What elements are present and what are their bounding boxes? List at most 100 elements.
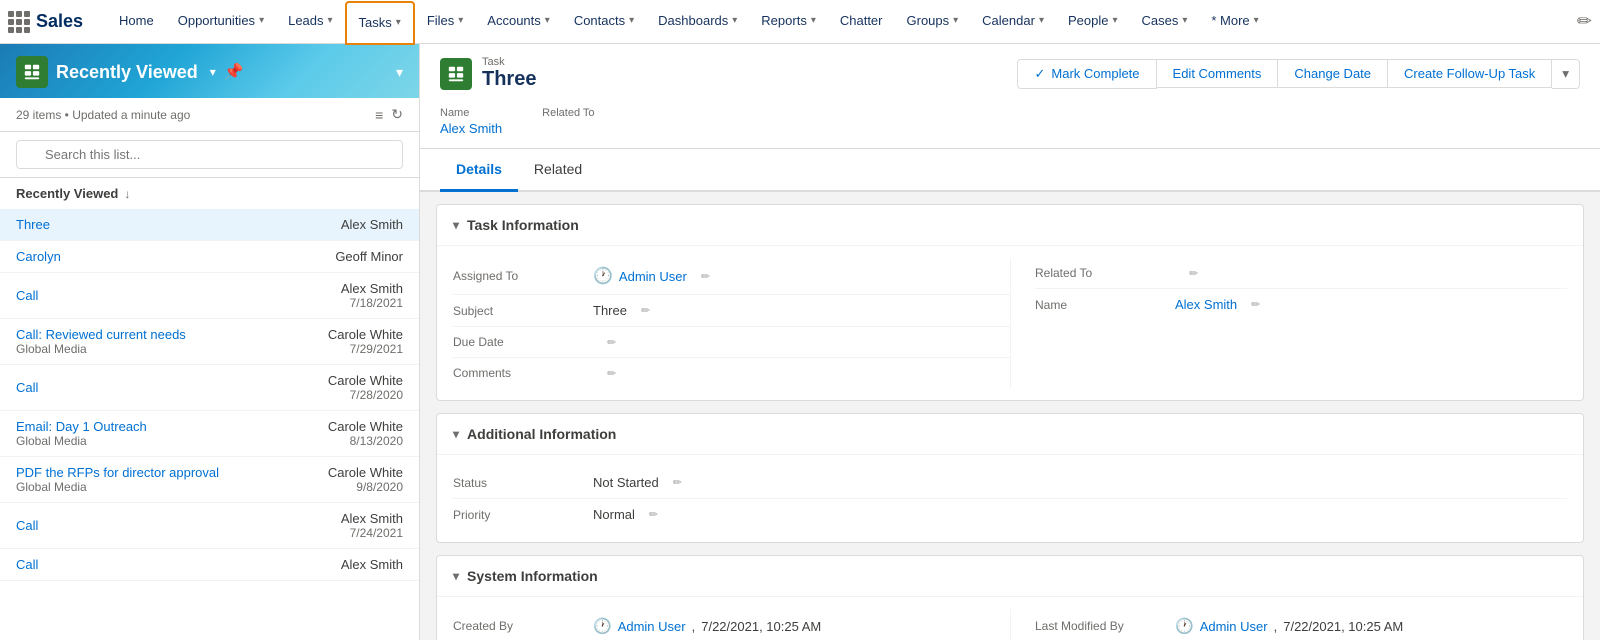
item-name: Carolyn — [16, 249, 61, 264]
sidebar-pin-icon[interactable]: 📌 — [224, 62, 244, 82]
nav-home[interactable]: Home — [107, 0, 166, 44]
nav-contacts[interactable]: Contacts ▾ — [562, 0, 646, 44]
item-name: PDF the RFPs for director approval — [16, 465, 219, 480]
system-information-body: Created By 🕐 Admin User, 7/22/2021, 10:2… — [437, 597, 1583, 640]
mark-complete-button[interactable]: ✓ Mark Complete — [1017, 59, 1156, 89]
list-item[interactable]: Call Alex Smith 7/18/2021 — [0, 273, 419, 319]
item-person: Alex Smith — [341, 557, 403, 572]
related-to-label: Related To — [542, 107, 594, 119]
task-information-section: ▾ Task Information Assigned To 🕐 Ad — [436, 204, 1584, 401]
view-toggle-icon[interactable]: ≡ — [375, 107, 383, 123]
task-info-left: Assigned To 🕐 Admin User ✏ Subject — [453, 258, 1010, 388]
edit-name-icon[interactable]: ✏ — [1251, 298, 1260, 311]
list-item[interactable]: Email: Day 1 Outreach Global Media Carol… — [0, 411, 419, 457]
edit-assigned-to-icon[interactable]: ✏ — [701, 270, 710, 283]
assigned-to-value: 🕐 Admin User ✏ — [593, 266, 1010, 286]
nav-people[interactable]: People ▾ — [1056, 0, 1130, 44]
task-header: Task Three ✓ Mark Complete Edit Comments… — [420, 44, 1600, 149]
nav-calendar[interactable]: Calendar ▾ — [970, 0, 1056, 44]
detail-body: ▾ Task Information Assigned To 🕐 Ad — [420, 192, 1600, 640]
modified-by-clock-icon: 🕐 — [1175, 617, 1194, 635]
due-date-label: Due Date — [453, 335, 593, 349]
name-field-value[interactable]: Alex Smith — [440, 121, 502, 136]
system-info-left: Created By 🕐 Admin User, 7/22/2021, 10:2… — [453, 609, 1010, 640]
additional-information-header[interactable]: ▾ Additional Information — [437, 414, 1583, 455]
task-type-icon — [440, 58, 472, 90]
item-person: Carole White — [328, 327, 403, 342]
nav-groups[interactable]: Groups ▾ — [895, 0, 971, 44]
modified-by-label: Last Modified By — [1035, 619, 1175, 633]
list-item[interactable]: Carolyn Geoff Minor — [0, 241, 419, 273]
item-sub: Global Media — [16, 480, 219, 494]
edit-priority-icon[interactable]: ✏ — [649, 508, 658, 521]
change-date-button[interactable]: Change Date — [1278, 59, 1388, 88]
item-name: Call — [16, 380, 38, 395]
item-person: Geoff Minor — [335, 249, 403, 264]
item-name: Three — [16, 217, 50, 232]
nav-leads[interactable]: Leads ▾ — [276, 0, 344, 44]
list-item[interactable]: PDF the RFPs for director approval Globa… — [0, 457, 419, 503]
actions-dropdown-button[interactable]: ▾ — [1552, 59, 1580, 89]
collapse-icon: ▾ — [453, 218, 459, 232]
tab-related[interactable]: Related — [518, 149, 598, 192]
list-item[interactable]: Call Alex Smith — [0, 549, 419, 581]
name-label: Name — [1035, 298, 1175, 312]
list-item[interactable]: Three Alex Smith — [0, 209, 419, 241]
created-by-label: Created By — [453, 619, 593, 633]
detail-tabs: Details Related — [420, 149, 1600, 192]
nav-accounts[interactable]: Accounts ▾ — [475, 0, 562, 44]
sort-icon[interactable]: ↓ — [124, 187, 130, 201]
subject-row: Subject Three ✏ — [453, 295, 1010, 327]
item-name: Call — [16, 557, 38, 572]
system-information-section: ▾ System Information Created By 🕐 Admin … — [436, 555, 1584, 640]
create-follow-up-button[interactable]: Create Follow-Up Task — [1388, 59, 1552, 88]
edit-nav-icon[interactable]: ✏ — [1577, 11, 1592, 32]
edit-due-date-icon[interactable]: ✏ — [607, 336, 616, 349]
item-name: Call: Reviewed current needs — [16, 327, 186, 342]
item-name: Call — [16, 518, 38, 533]
due-date-value: ✏ — [593, 336, 1010, 349]
sidebar-dropdown-icon[interactable]: ▾ — [210, 65, 216, 79]
nav-dashboards[interactable]: Dashboards ▾ — [646, 0, 749, 44]
item-person: Carole White — [328, 373, 403, 388]
name-row: Name Alex Smith ✏ — [1035, 289, 1567, 320]
content-area: Task Three ✓ Mark Complete Edit Comments… — [420, 44, 1600, 640]
task-information-header[interactable]: ▾ Task Information — [437, 205, 1583, 246]
priority-row: Priority Normal ✏ — [453, 499, 1567, 530]
app-name: Sales — [36, 11, 83, 32]
task-header-fields: Name Alex Smith Related To — [440, 99, 1580, 148]
list-item[interactable]: Call Alex Smith 7/24/2021 — [0, 503, 419, 549]
nav-tasks[interactable]: Tasks ▾ — [345, 1, 415, 45]
status-label: Status — [453, 476, 593, 490]
nav-items: Home Opportunities ▾ Leads ▾ Tasks ▾ Fil… — [107, 0, 1577, 44]
system-info-right: Last Modified By 🕐 Admin User, 7/22/2021… — [1010, 609, 1567, 640]
edit-subject-icon[interactable]: ✏ — [641, 304, 650, 317]
name-value: Alex Smith ✏ — [1175, 297, 1567, 312]
list-item[interactable]: Call: Reviewed current needs Global Medi… — [0, 319, 419, 365]
nav-reports[interactable]: Reports ▾ — [749, 0, 828, 44]
sidebar-collapse-icon[interactable]: ▾ — [396, 64, 403, 81]
app-launcher[interactable]: Sales — [8, 11, 99, 33]
nav-files[interactable]: Files ▾ — [415, 0, 475, 44]
assigned-to-row: Assigned To 🕐 Admin User ✏ — [453, 258, 1010, 295]
search-input[interactable] — [16, 140, 403, 169]
task-name: Three — [482, 68, 536, 91]
refresh-icon[interactable]: ↻ — [391, 106, 403, 123]
task-name-field: Name Alex Smith — [440, 107, 502, 136]
nav-more[interactable]: * More ▾ — [1199, 0, 1270, 44]
edit-comments-button[interactable]: Edit Comments — [1157, 59, 1279, 88]
sidebar-meta-icons: ≡ ↻ — [375, 106, 403, 123]
edit-comments-icon[interactable]: ✏ — [607, 367, 616, 380]
related-to-row: Related To ✏ — [1035, 258, 1567, 289]
nav-cases[interactable]: Cases ▾ — [1129, 0, 1199, 44]
nav-chatter[interactable]: Chatter — [828, 0, 895, 44]
nav-opportunities[interactable]: Opportunities ▾ — [166, 0, 276, 44]
list-item[interactable]: Call Carole White 7/28/2020 — [0, 365, 419, 411]
item-date: 7/24/2021 — [341, 526, 403, 540]
edit-related-to-icon[interactable]: ✏ — [1189, 267, 1198, 280]
tab-details[interactable]: Details — [440, 149, 518, 192]
item-sub: Global Media — [16, 434, 147, 448]
section-title: Additional Information — [467, 426, 616, 442]
system-information-header[interactable]: ▾ System Information — [437, 556, 1583, 597]
edit-status-icon[interactable]: ✏ — [673, 476, 682, 489]
